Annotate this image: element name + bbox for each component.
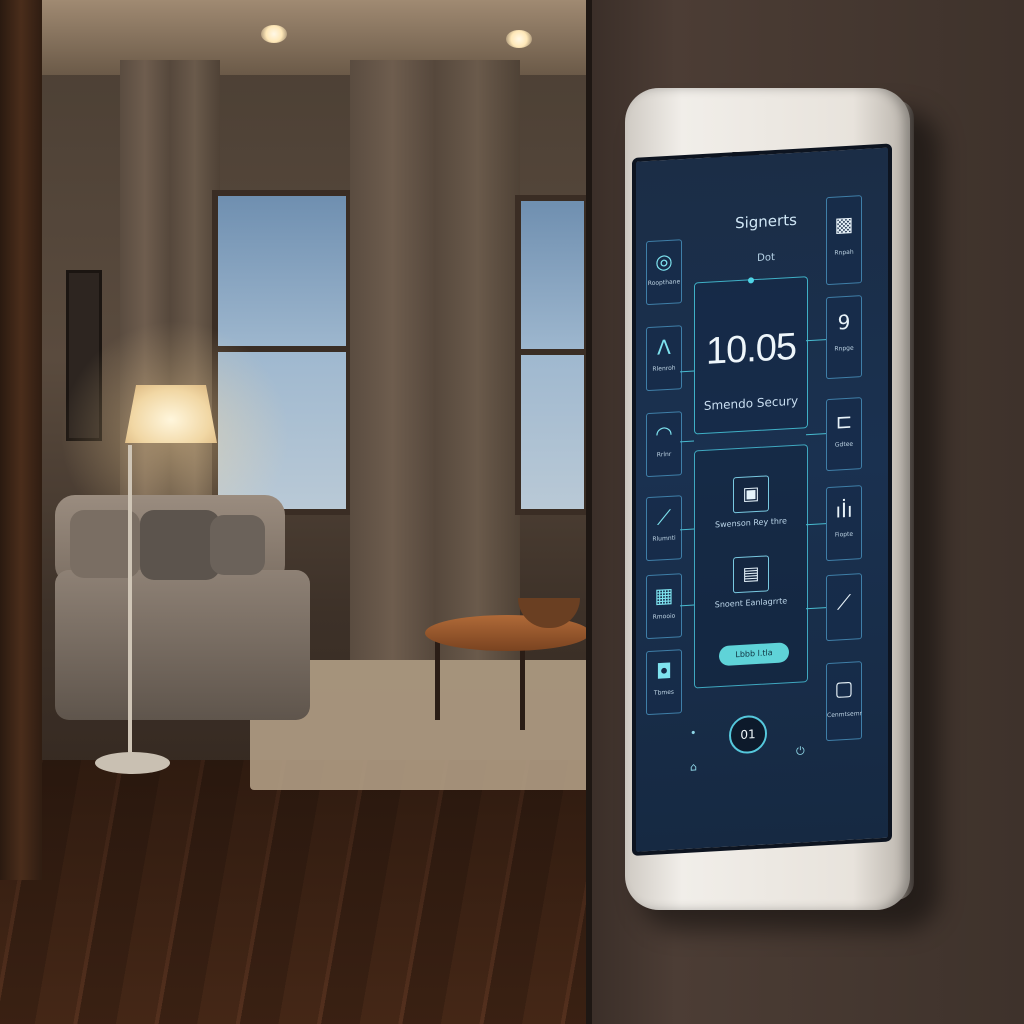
screen-title: Signerts [735,210,797,233]
tile-bag[interactable]: ◘ Tbmes [646,649,682,716]
touch-screen: Signerts Dot 10.05 Smendo Secury ▣ Swens… [632,143,892,856]
qr-icon: ▩ [834,211,854,237]
cushion [210,515,265,575]
curtain [350,60,520,660]
wifi-icon: ◎ [655,248,673,274]
sofa [55,570,310,720]
bars-icon: ıİı [835,497,853,523]
tile-device[interactable]: ⊏ Gdtee [826,397,862,472]
security-item[interactable]: ▤ Snoent Eanlagrrte [695,553,807,610]
door-frame [0,0,42,880]
frame-icon: ▢ [834,675,854,701]
power-small-icon[interactable]: ⏻ [796,744,805,758]
tile-bars[interactable]: ıİı Fiopte [826,485,862,562]
tile-nine[interactable]: 9 Rnpge [826,295,862,380]
floor-lamp-pole [128,445,132,760]
wand-icon: ⟋ [837,589,851,615]
device-icon: ⊏ [835,408,853,434]
tile-frame[interactable]: ▢ Cenmtsemr [826,661,862,742]
number-9-icon: 9 [837,309,851,335]
tile-gauge[interactable]: ◠ Rrlnr [646,411,682,478]
tile-wifi[interactable]: ◎ Roopthane [646,239,682,306]
tile-tent[interactable]: Λ Rlenroh [646,325,682,392]
action-pill-button[interactable]: Lbbb l.tla [719,642,789,667]
panel-icon: ▦ [654,582,674,608]
signal-icon: ⟋ [657,504,671,530]
ceiling-light [261,25,287,43]
floor-lamp-shade [125,385,217,443]
security-item[interactable]: ▣ Swenson Rey thre [695,473,807,530]
clock-label: Smendo Secury [703,393,799,413]
screen-subtitle: Dot [757,252,775,265]
clock-panel: 10.05 Smendo Secury [694,276,808,435]
tile-wand[interactable]: ⟋ [826,573,862,642]
tile-panel[interactable]: ▦ Rmooio [646,573,682,640]
dot-indicator-icon: • [690,726,697,740]
window [515,195,590,515]
power-button[interactable]: 01 [729,714,767,755]
clock-time: 10.05 [705,325,797,373]
scene: Signerts Dot 10.05 Smendo Secury ▣ Swens… [0,0,1024,1024]
tent-icon: Λ [657,334,671,360]
tile-signal[interactable]: ⟋ Rlumnti [646,495,682,562]
floor-lamp-base [95,752,170,774]
tile-qr[interactable]: ▩ Rnpah [826,195,862,286]
cushion [140,510,220,580]
ceiling-light [506,30,532,48]
lock-doc-icon: ▣ [733,475,769,514]
trash-icon[interactable]: ⌂ [690,760,697,773]
gauge-icon: ◠ [655,420,673,446]
bag-icon: ◘ [656,658,672,684]
document-icon: ▤ [733,555,769,594]
security-panel: ▣ Swenson Rey thre ▤ Snoent Eanlagrrte L… [694,444,808,689]
